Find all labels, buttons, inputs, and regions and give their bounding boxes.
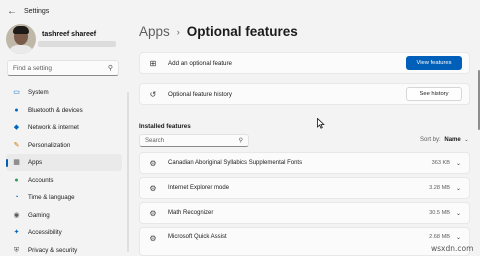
sidebar-item-label: Personalization [28,141,71,149]
chevron-right-icon: › [176,26,180,37]
title-bar: ← Settings [0,0,480,22]
sidebar-scrollbar[interactable] [127,92,129,252]
installed-search-input[interactable]: Search ⚲ [139,134,249,147]
apps-icon: ▦ [13,159,20,166]
avatar [6,24,36,54]
search-placeholder: Find a setting [13,64,53,72]
feature-row[interactable]: ⚙ Canadian Aboriginal Syllabics Suppleme… [139,152,470,174]
nav-list: ▭ System ● Bluetooth & devices ◆ Network… [6,84,122,256]
sidebar-item-gaming[interactable]: ◉ Gaming [6,207,122,224]
bluetooth-icon: ● [14,106,19,114]
installed-features-title: Installed features [139,123,191,130]
feature-name: Math Recognizer [168,210,214,216]
feature-row[interactable]: ⚙ Microsoft Quick Assist 2.68 MB ⌄ [139,227,470,256]
feature-name: Canadian Aboriginal Syllabics Supplement… [168,160,303,166]
history-label: Optional feature history [168,90,232,98]
sidebar-item-label: Accounts [28,176,54,184]
accessibility-icon: ✦ [13,229,20,236]
gear-icon: ⚙ [149,158,157,168]
sidebar-item-time-language[interactable]: ◔ Time & language [6,189,122,206]
gear-icon: ⚙ [149,208,157,218]
feature-size: 363 KB [431,160,450,166]
sidebar-item-personalization[interactable]: ✎ Personalization [6,137,122,154]
gamepad-icon: ◉ [13,211,20,219]
watermark: wsxdn.com [431,244,474,253]
clock-globe-icon: ◔ [14,194,19,201]
sidebar-item-system[interactable]: ▭ System [6,84,122,101]
sidebar-item-label: Privacy & security [28,246,78,254]
feature-row[interactable]: ⚙ Math Recognizer 30.5 MB ⌄ [139,202,470,224]
sidebar-item-label: Apps [28,159,43,166]
chevron-down-icon[interactable]: ⌄ [456,210,461,217]
add-feature-icon: ⊞ [149,58,157,68]
sidebar-item-label: Accessibility [28,229,62,236]
shield-icon: ⛨ [13,246,20,254]
sort-dropdown[interactable]: Sort by: Name ⌄ [420,137,469,143]
main-content: Apps › Optional features ⊞ Add an option… [130,22,480,256]
history-card: ↺ Optional feature history See history [139,83,470,105]
sidebar-item-label: Bluetooth & devices [28,106,83,114]
search-icon: ⚲ [107,65,113,72]
user-email-redacted [38,41,116,47]
user-profile[interactable]: tashreef shareef [6,24,96,54]
sidebar: tashreef shareef Find a setting ⚲ ▭ Syst… [0,22,128,256]
search-icon: ⚲ [238,138,243,144]
feature-size: 30.5 MB [429,210,450,216]
view-features-button[interactable]: View features [406,56,462,70]
person-icon: ● [14,176,19,184]
breadcrumb-apps[interactable]: Apps [139,24,170,39]
feature-row[interactable]: ⚙ Internet Explorer mode 3.28 MB ⌄ [139,177,470,199]
sort-label: Sort by: [420,137,441,143]
history-icon: ↺ [149,89,157,99]
feature-size: 3.28 MB [429,185,450,191]
add-feature-card: ⊞ Add an optional feature View features [139,52,470,74]
brush-icon: ✎ [13,141,20,149]
gear-icon: ⚙ [149,183,157,193]
page-title: Optional features [186,24,298,39]
chevron-down-icon: ⌄ [464,137,469,143]
chevron-down-icon[interactable]: ⌄ [456,160,461,167]
window-title: Settings [24,7,50,15]
feature-size: 2.68 MB [429,234,450,240]
wifi-icon: ◆ [13,124,20,131]
monitor-icon: ▭ [13,89,20,96]
sidebar-item-label: Network & internet [28,124,79,131]
sidebar-item-label: Gaming [28,211,50,219]
sidebar-item-accessibility[interactable]: ✦ Accessibility [6,224,122,241]
sidebar-item-bluetooth[interactable]: ● Bluetooth & devices [6,102,122,119]
sidebar-item-label: Time & language [28,194,75,201]
gear-icon: ⚙ [149,234,157,243]
back-arrow-icon[interactable]: ← [2,1,22,21]
feature-name: Microsoft Quick Assist [168,234,227,240]
sidebar-item-privacy[interactable]: ⛨ Privacy & security [6,242,122,256]
chevron-down-icon[interactable]: ⌄ [456,185,461,192]
sidebar-item-apps[interactable]: ▦ Apps [6,154,122,171]
sort-value: Name [444,137,461,143]
find-setting-input[interactable]: Find a setting ⚲ [7,60,119,76]
feature-name: Internet Explorer mode [168,185,230,191]
sidebar-item-network[interactable]: ◆ Network & internet [6,119,122,136]
see-history-button[interactable]: See history [406,87,462,101]
add-feature-label: Add an optional feature [168,59,232,67]
sidebar-item-accounts[interactable]: ● Accounts [6,172,122,189]
installed-search-placeholder: Search [145,137,165,144]
chevron-down-icon[interactable]: ⌄ [456,234,461,241]
breadcrumb: Apps › Optional features [139,24,298,39]
sidebar-item-label: System [28,89,49,96]
